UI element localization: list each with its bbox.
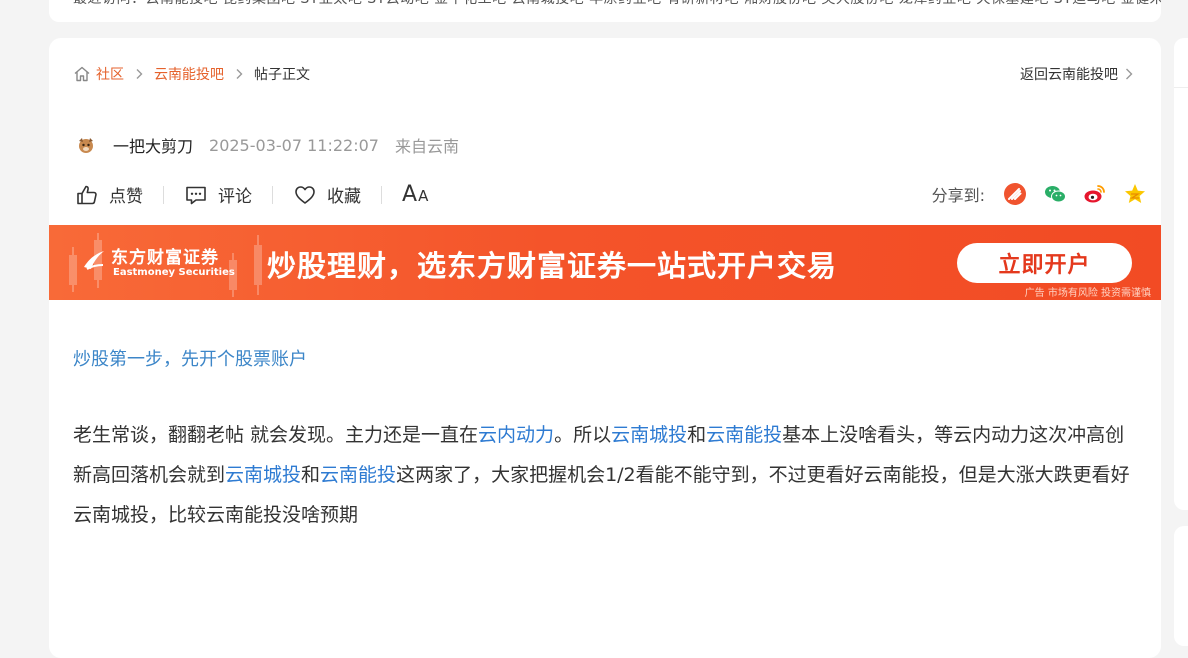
- ad-brand-en: Eastmoney Securities: [113, 267, 235, 278]
- thumbs-up-icon: [77, 185, 97, 204]
- divider: [163, 185, 164, 204]
- like-button[interactable]: 点赞: [75, 182, 143, 207]
- back-to-forum-label[interactable]: 返回云南能投吧: [1020, 64, 1118, 84]
- stock-link-yunnan-nengtou[interactable]: 云南能投: [706, 424, 782, 446]
- wechat-icon[interactable]: [1043, 182, 1067, 206]
- stock-link-yunnan-nengtou[interactable]: 云南能投: [320, 464, 396, 486]
- open-account-link[interactable]: 炒股第一步，先开个股票账户: [73, 345, 307, 371]
- font-size-toggle[interactable]: A A: [402, 182, 428, 207]
- font-size-small: A: [418, 187, 429, 205]
- ad-banner[interactable]: 东方财富证券 Eastmoney Securities 炒股理财，选东方财富证券…: [49, 225, 1161, 300]
- guba-share-icon[interactable]: [1003, 182, 1027, 206]
- breadcrumb-forum[interactable]: 云南能投吧: [154, 64, 224, 84]
- comment-button[interactable]: 评论: [184, 182, 252, 207]
- qzone-icon[interactable]: [1123, 182, 1147, 206]
- post-card: 社区 云南能投吧 帖子正文 返回云南能投吧 一把大剪刀 2025-03-07 1…: [49, 38, 1161, 658]
- divider: [272, 185, 273, 204]
- stock-link-yunnei[interactable]: 云内动力: [478, 424, 554, 446]
- post-text: 。所以: [554, 424, 612, 446]
- breadcrumb-community[interactable]: 社区: [96, 64, 124, 84]
- favorite-button[interactable]: 收藏: [293, 182, 361, 207]
- stock-link-yunnan-chengtou[interactable]: 云南城投: [225, 464, 301, 486]
- share-label: 分享到:: [931, 186, 985, 205]
- chevron-right-icon: [236, 69, 243, 79]
- weibo-icon[interactable]: [1083, 182, 1107, 206]
- chevron-right-icon: [1126, 68, 1133, 80]
- font-size-large: A: [402, 182, 418, 207]
- open-account-button[interactable]: 立即开户: [957, 243, 1132, 283]
- post-text: 和: [687, 424, 707, 446]
- author-name[interactable]: 一把大剪刀: [113, 133, 193, 157]
- sidebar-panel-2: [1174, 526, 1188, 646]
- breadcrumb-current: 帖子正文: [254, 67, 310, 83]
- breadcrumb: 社区 云南能投吧 帖子正文: [73, 64, 310, 84]
- comment-icon: [186, 186, 206, 204]
- author-row: 一把大剪刀 2025-03-07 11:22:07 来自云南: [75, 133, 459, 157]
- like-label: 点赞: [109, 187, 143, 207]
- eastmoney-logo-icon: [84, 251, 104, 270]
- back-to-forum-link[interactable]: 返回云南能投吧: [1020, 64, 1135, 84]
- ad-headline: 炒股理财，选东方财富证券一站式开户交易: [267, 249, 838, 283]
- stock-link-yunnan-chengtou[interactable]: 云南城投: [611, 424, 687, 446]
- heart-icon: [295, 185, 315, 204]
- sidebar-panel: [1174, 38, 1188, 510]
- divider: [381, 185, 382, 204]
- post-text: 和: [301, 464, 321, 486]
- chevron-right-icon: [136, 69, 143, 79]
- post-text: 老生常谈，翻翻老帖 就会发现。主力还是一直在: [73, 424, 479, 446]
- recent-visits-text[interactable]: 最近访问：云南能投吧 昆药集团吧 ST亚太吧 ST云动吧 金牛化工吧 云南城投吧…: [73, 0, 1161, 8]
- comment-label: 评论: [218, 187, 252, 207]
- ad-disclaimer: 广告 市场有风险 投资需谨慎: [1024, 288, 1151, 299]
- post-time: 2025-03-07 11:22:07: [209, 135, 379, 155]
- post-location: 来自云南: [394, 137, 459, 156]
- home-icon[interactable]: [73, 65, 91, 83]
- action-bar: 点赞 评论 收藏 A A: [75, 182, 428, 207]
- favorite-label: 收藏: [327, 187, 361, 207]
- post-content: 老生常谈，翻翻老帖 就会发现。主力还是一直在云内动力。所以云南城投和云南能投基本…: [73, 415, 1135, 535]
- share-bar: 分享到:: [932, 182, 1147, 206]
- avatar[interactable]: [75, 134, 97, 156]
- recent-visits-bar: 最近访问：云南能投吧 昆药集团吧 ST亚太吧 ST云动吧 金牛化工吧 云南城投吧…: [49, 0, 1161, 22]
- ad-brand: 东方财富证券: [111, 248, 219, 268]
